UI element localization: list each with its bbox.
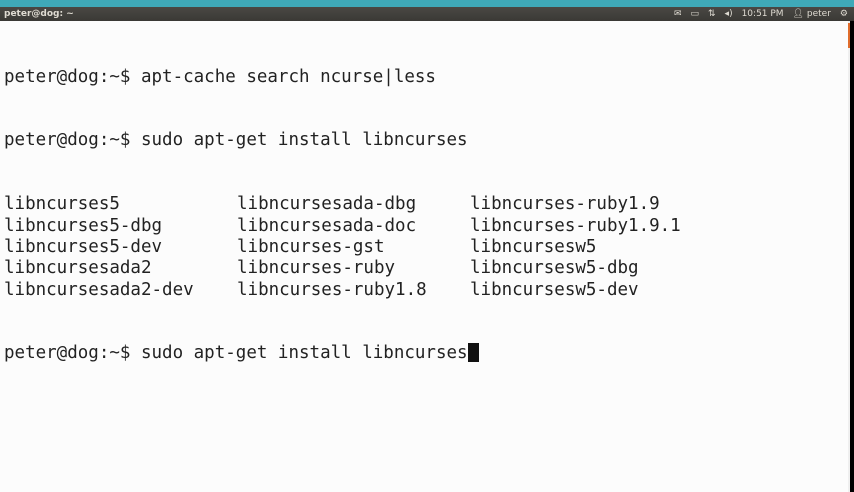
completion-item: libncurses-ruby1.9 xyxy=(470,194,660,215)
terminal-output: peter@dog:~$ apt-cache search ncurse|les… xyxy=(4,24,703,407)
mail-icon[interactable]: ✉ xyxy=(674,7,682,21)
completion-item: libncursesada-dbg xyxy=(237,194,417,215)
user-menu[interactable]: 👤︎ peter xyxy=(793,7,831,21)
indicator-area: ✉ ▭ ⇅ ◂) 10:51 PM 👤︎ peter ⚙ xyxy=(674,7,848,21)
completion-item: libncurses5-dbg xyxy=(4,215,163,236)
prompt-text: peter@dog:~$ sudo apt-get install libncu… xyxy=(4,343,468,364)
gear-icon[interactable]: ⚙ xyxy=(840,7,848,21)
completion-row: libncurses5-dev libncurses-gst libncursesw… xyxy=(4,237,703,258)
volume-icon[interactable]: ◂) xyxy=(725,7,733,21)
completion-item: libncursesada2 xyxy=(4,258,152,279)
completion-item: libncursesw5-dev xyxy=(470,279,639,300)
completion-item: libncurses-ruby xyxy=(237,258,396,279)
user-icon: 👤︎ xyxy=(792,9,805,19)
screen-edge xyxy=(850,21,854,492)
user-name: peter xyxy=(806,9,831,19)
terminal-line: peter@dog:~$ apt-cache search ncurse|les… xyxy=(4,66,436,87)
terminal-view[interactable]: peter@dog:~$ apt-cache search ncurse|les… xyxy=(0,21,848,492)
clock[interactable]: 10:51 PM xyxy=(742,7,784,21)
battery-icon[interactable]: ▭ xyxy=(690,7,699,21)
top-strip xyxy=(0,0,854,7)
terminal-line: peter@dog:~$ sudo apt-get install libncu… xyxy=(4,130,468,151)
network-icon[interactable]: ⇅ xyxy=(708,7,716,21)
window-title: peter@dog: ~ xyxy=(4,9,74,19)
completion-item: libncursesada-doc xyxy=(237,215,417,236)
top-panel: peter@dog: ~ ✉ ▭ ⇅ ◂) 10:51 PM 👤︎ peter … xyxy=(0,7,854,21)
current-prompt-line[interactable]: peter@dog:~$ sudo apt-get install libncu… xyxy=(4,343,703,364)
completion-item: libncurses-ruby1.8 xyxy=(237,279,427,300)
completion-row: libncurses5-dbg libncursesada-doc libncurs… xyxy=(4,216,703,237)
completion-item: libncursesada2-dev xyxy=(4,279,194,300)
completion-row: libncursesada2 libncurses-ruby libncursesw… xyxy=(4,258,703,279)
completion-item: libncurses5-dev xyxy=(4,236,163,257)
completion-item: libncurses-gst xyxy=(237,236,385,257)
completion-item: libncursesw5-dbg xyxy=(470,258,639,279)
completion-item: libncurses-ruby1.9.1 xyxy=(470,215,681,236)
completion-row: libncursesada2-dev libncurses-ruby1.8 libn… xyxy=(4,280,703,301)
text-cursor xyxy=(467,343,479,363)
completion-item: libncursesw5 xyxy=(470,236,597,257)
completion-row: libncurses5 libncursesada-dbg libncurses-r… xyxy=(4,194,703,215)
completion-item: libncurses5 xyxy=(4,194,120,215)
